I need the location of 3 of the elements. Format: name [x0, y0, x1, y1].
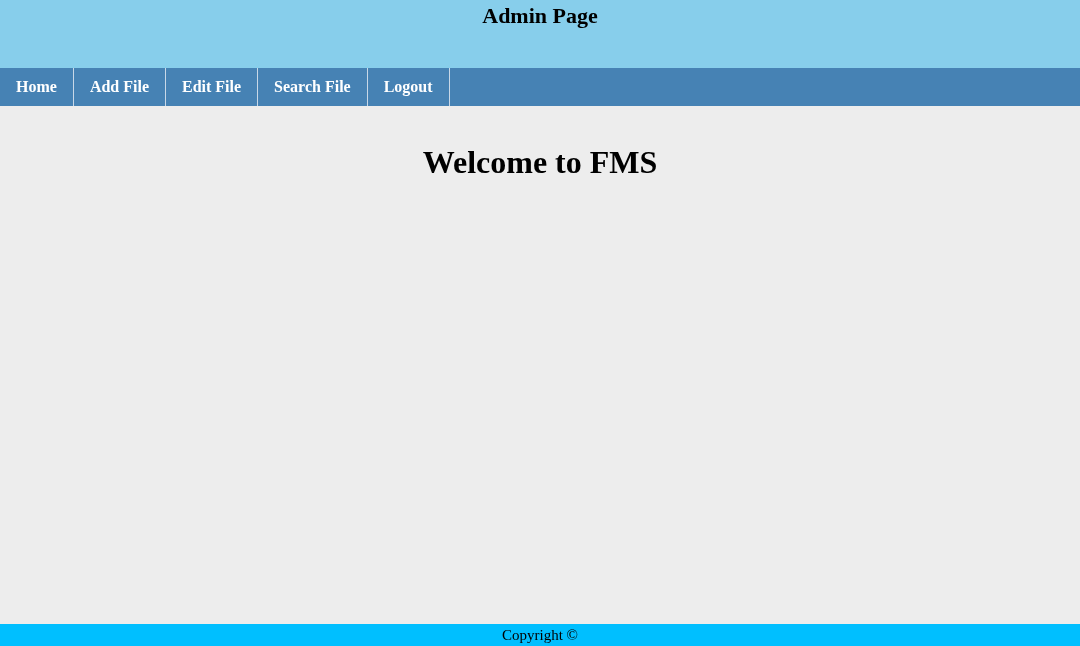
copyright-text: Copyright ©: [502, 626, 578, 644]
page-title: Admin Page: [482, 3, 598, 29]
welcome-heading: Welcome to FMS: [422, 144, 658, 180]
